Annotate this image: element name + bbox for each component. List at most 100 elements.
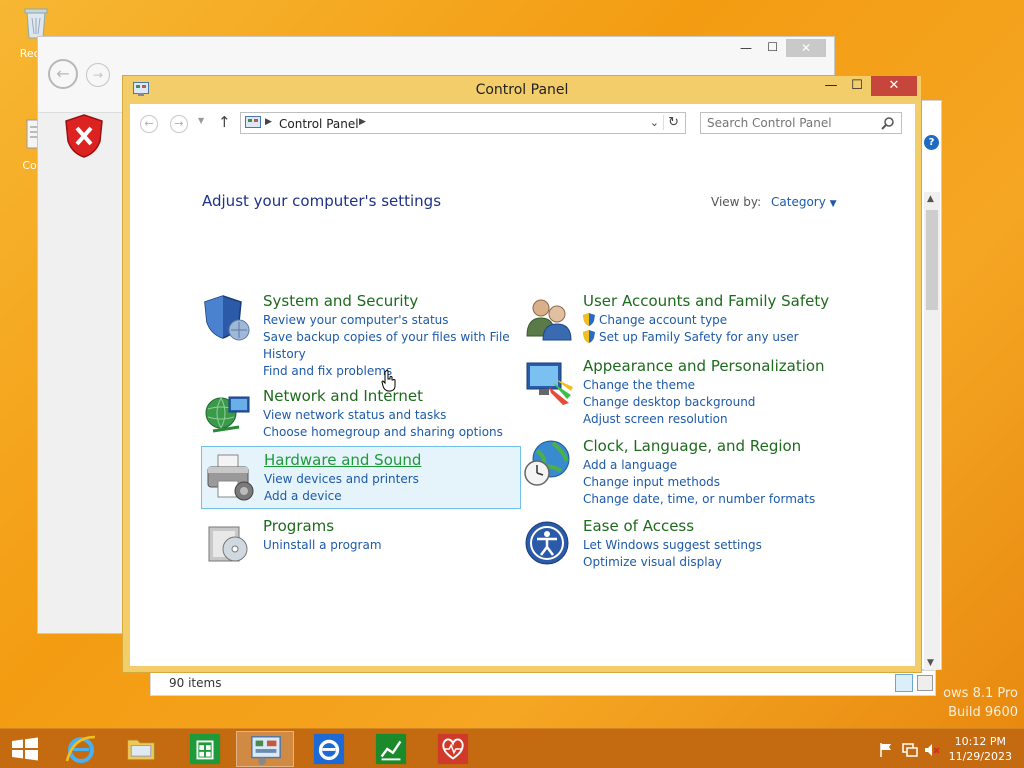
link-change-account-type[interactable]: Change account type — [583, 312, 837, 329]
clock-globe-icon[interactable] — [523, 437, 575, 489]
help-icon[interactable]: ? — [924, 135, 939, 150]
taskbar-file-explorer[interactable] — [112, 731, 170, 767]
search-icon[interactable] — [881, 116, 895, 130]
network-icon[interactable] — [902, 742, 918, 758]
link-windows-suggest[interactable]: Let Windows suggest settings — [583, 537, 837, 554]
details-view-icon[interactable] — [895, 674, 913, 692]
link-date-time-formats[interactable]: Change date, time, or number formats — [583, 491, 837, 508]
link-uninstall-program[interactable]: Uninstall a program — [263, 537, 517, 554]
link-add-device[interactable]: Add a device — [264, 488, 516, 505]
up-button[interactable]: ↑ — [218, 113, 231, 131]
browser-close-icon[interactable]: ✕ — [786, 39, 826, 57]
link-text[interactable]: Set up Family Safety for any user — [599, 330, 799, 344]
back-button[interactable]: ← — [140, 115, 158, 133]
forward-button[interactable]: → — [170, 115, 188, 133]
clock[interactable]: 10:12 PM 11/29/2023 — [949, 734, 1012, 764]
breadcrumb-chevron-icon[interactable]: ▶ — [359, 117, 366, 127]
link-input-methods[interactable]: Change input methods — [583, 474, 837, 491]
taskbar: 10:12 PM 11/29/2023 — [0, 728, 1024, 768]
category-title[interactable]: Ease of Access — [583, 517, 837, 535]
taskbar-internet-explorer-2[interactable] — [300, 731, 358, 767]
category-network-internet: Network and Internet View network status… — [201, 383, 521, 443]
link-optimize-display[interactable]: Optimize visual display — [583, 554, 837, 571]
control-panel-icon — [251, 736, 281, 766]
link-homegroup[interactable]: Choose homegroup and sharing options — [263, 424, 517, 441]
scroll-down-icon[interactable]: ▼ — [927, 658, 934, 668]
category-title[interactable]: User Accounts and Family Safety — [583, 292, 837, 310]
health-heart-icon — [437, 733, 469, 765]
link-family-safety[interactable]: Set up Family Safety for any user — [583, 329, 837, 346]
recent-locations-icon[interactable]: ▼ — [198, 116, 204, 125]
taskbar-store[interactable] — [176, 731, 234, 767]
control-panel-small-icon — [245, 116, 261, 128]
store-icon — [189, 733, 221, 765]
start-button[interactable] — [10, 737, 40, 761]
category-title[interactable]: Appearance and Personalization — [583, 357, 837, 375]
shield-icon[interactable] — [203, 292, 255, 344]
title-bar[interactable]: Control Panel — ☐ ✕ — [123, 76, 921, 104]
folder-icon — [127, 739, 155, 761]
search-box[interactable] — [700, 112, 902, 134]
minimize-button[interactable]: — — [817, 76, 845, 96]
category-programs: Programs Uninstall a program — [201, 513, 521, 563]
category-hardware-sound: Hardware and Sound View devices and prin… — [201, 446, 521, 509]
internet-explorer-blue-icon — [313, 733, 345, 765]
category-user-accounts: User Accounts and Family Safety Change a… — [521, 288, 841, 348]
navigation-bar: ← → ▼ ↑ ▶ Control Panel ▶ ⌄ ↻ — [130, 104, 915, 142]
view-by: View by: Category ▼ — [711, 195, 837, 209]
link-save-backup-history[interactable]: History — [263, 346, 517, 363]
search-input[interactable] — [707, 116, 877, 130]
finance-chart-icon — [375, 733, 407, 765]
category-title[interactable]: System and Security — [263, 292, 517, 310]
appearance-icon[interactable] — [523, 357, 575, 409]
chevron-down-icon[interactable]: ▼ — [830, 199, 837, 209]
taskbar-control-panel[interactable] — [236, 731, 294, 767]
link-save-backup[interactable]: Save backup copies of your files with Fi… — [263, 329, 517, 346]
close-button[interactable]: ✕ — [871, 76, 917, 96]
network-globe-icon[interactable] — [203, 387, 255, 439]
category-title[interactable]: Hardware and Sound — [264, 451, 516, 469]
category-title[interactable]: Clock, Language, and Region — [583, 437, 837, 455]
volume-muted-icon[interactable] — [924, 742, 940, 758]
back-icon[interactable]: ← — [48, 59, 78, 89]
forward-icon[interactable]: → — [86, 63, 110, 87]
link-change-theme[interactable]: Change the theme — [583, 377, 837, 394]
scroll-up-icon[interactable]: ▲ — [927, 194, 934, 204]
view-by-dropdown[interactable]: Category ▼ — [771, 195, 837, 209]
link-devices-printers[interactable]: View devices and printers — [264, 471, 516, 488]
status-bar: 90 items — [150, 670, 936, 696]
internet-explorer-icon — [65, 735, 96, 763]
control-panel-window[interactable]: Control Panel — ☐ ✕ ← → ▼ ↑ ▶ Control Pa… — [122, 75, 922, 673]
refresh-icon[interactable]: ↻ — [663, 115, 679, 130]
address-bar[interactable]: ▶ Control Panel ▶ ⌄ ↻ — [240, 112, 686, 134]
view-by-value[interactable]: Category — [771, 195, 826, 209]
watermark-line-build: Build 9600 — [948, 705, 1018, 720]
recycle-bin-icon — [24, 8, 48, 39]
users-icon[interactable] — [523, 292, 575, 344]
link-desktop-background[interactable]: Change desktop background — [583, 394, 837, 411]
link-review-status[interactable]: Review your computer's status — [263, 312, 517, 329]
link-screen-resolution[interactable]: Adjust screen resolution — [583, 411, 837, 428]
background-scrollbar[interactable]: ▲ ▼ — [924, 192, 940, 670]
taskbar-internet-explorer[interactable] — [52, 731, 110, 767]
view-by-label: View by: — [711, 195, 762, 209]
taskbar-finance[interactable] — [362, 731, 420, 767]
windows-watermark: ows 8.1 Pro Build 9600 — [943, 686, 1018, 720]
programs-icon[interactable] — [203, 517, 255, 569]
taskbar-health[interactable] — [424, 731, 482, 767]
link-text[interactable]: Change account type — [599, 313, 727, 327]
scrollbar-thumb[interactable] — [926, 210, 938, 310]
browser-minimize-icon[interactable]: — — [740, 41, 752, 55]
browser-maximize-icon[interactable]: ☐ — [767, 40, 778, 54]
maximize-button[interactable]: ☐ — [843, 76, 871, 96]
link-network-status[interactable]: View network status and tasks — [263, 407, 517, 424]
address-dropdown-icon[interactable]: ⌄ — [650, 116, 659, 129]
breadcrumb[interactable]: Control Panel — [279, 117, 359, 131]
printer-icon[interactable] — [204, 451, 256, 503]
action-center-flag-icon[interactable] — [878, 742, 894, 758]
breadcrumb-separator-icon[interactable]: ▶ — [265, 117, 272, 127]
category-title[interactable]: Programs — [263, 517, 517, 535]
large-icons-view-icon[interactable] — [917, 675, 933, 691]
link-add-language[interactable]: Add a language — [583, 457, 837, 474]
ease-of-access-icon[interactable] — [523, 517, 575, 569]
